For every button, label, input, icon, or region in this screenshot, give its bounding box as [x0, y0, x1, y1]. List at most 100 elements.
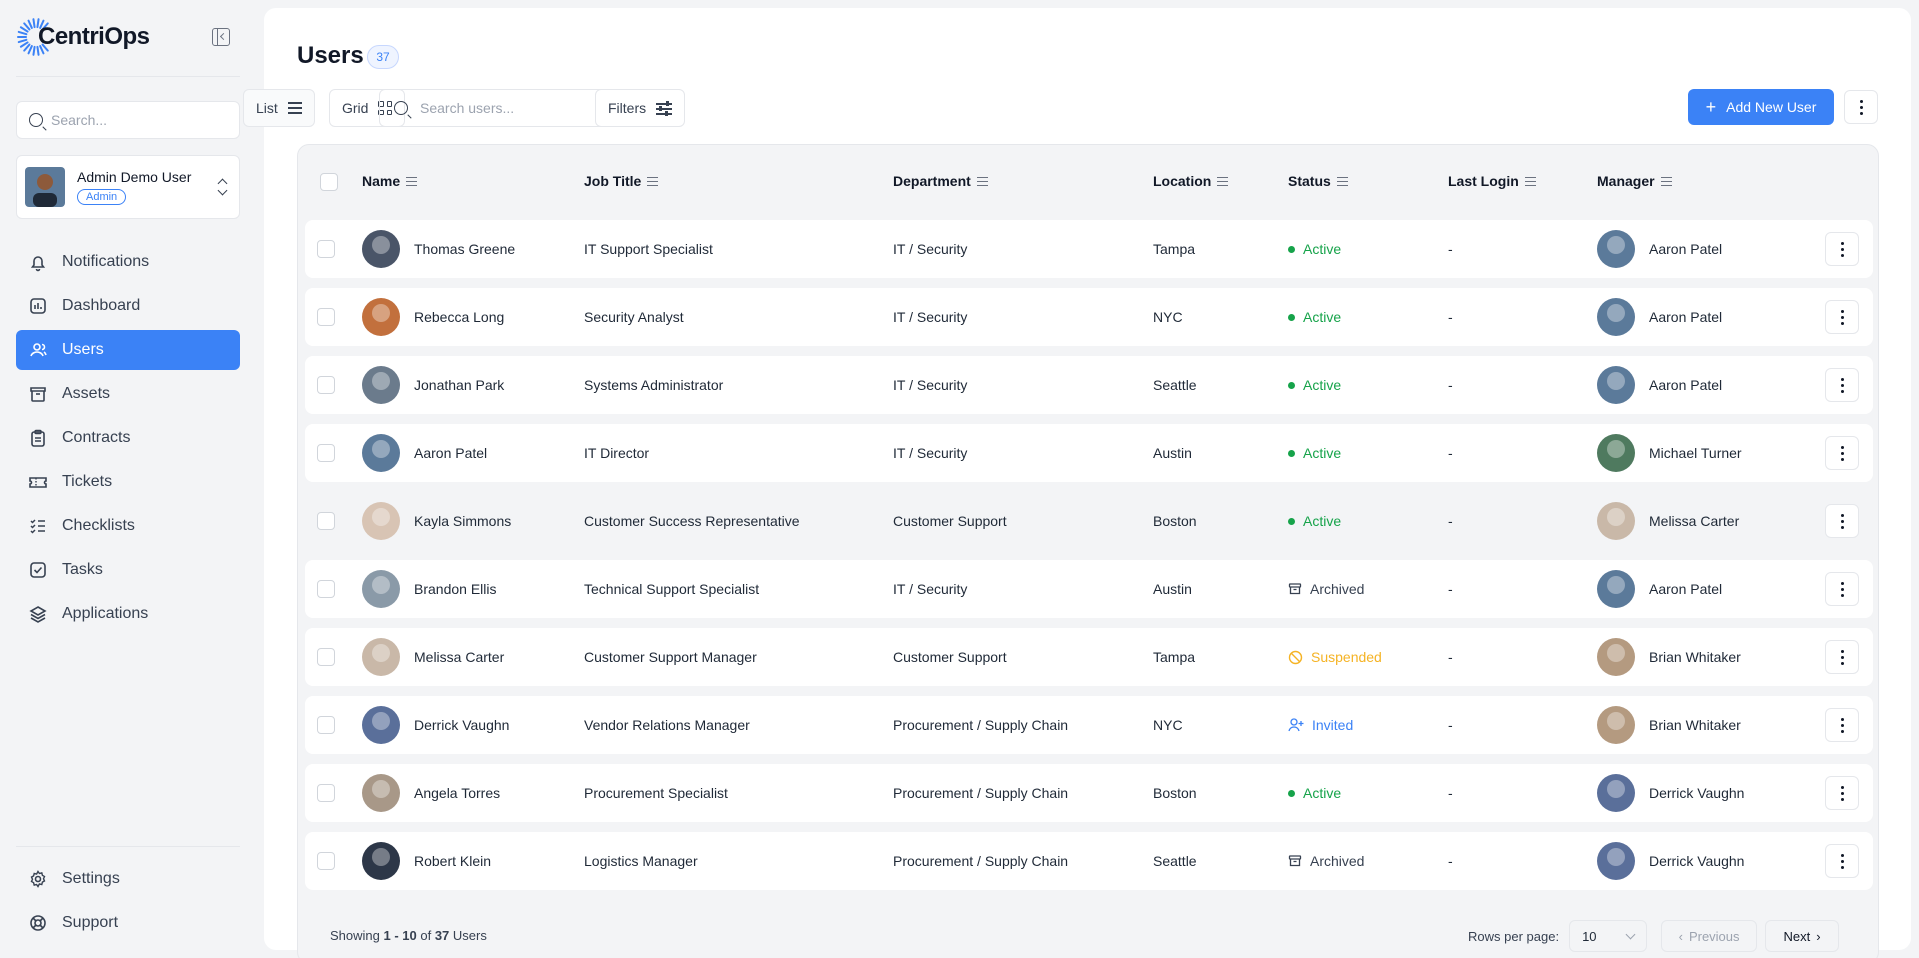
showing-total: 37 [434, 928, 450, 943]
table-header: Name Job Title Department Location Status Las… [298, 145, 1878, 217]
column-header-department[interactable]: Department [893, 173, 988, 189]
row-actions-button[interactable] [1825, 844, 1859, 878]
column-menu-icon[interactable] [1217, 176, 1229, 186]
sidebar-item-users[interactable]: Users [16, 330, 240, 370]
table-row[interactable]: Robert Klein Logistics Manager Procurement… [305, 832, 1873, 890]
sidebar-item-support[interactable]: Support [16, 903, 240, 943]
manager-cell[interactable]: Derrick Vaughn [1597, 764, 1744, 822]
row-actions-button[interactable] [1825, 572, 1859, 606]
sidebar-item-applications[interactable]: Applications [16, 594, 240, 634]
sidebar-item-settings[interactable]: Settings [16, 859, 240, 899]
column-menu-icon[interactable] [1336, 176, 1348, 186]
column-menu-icon[interactable] [1524, 176, 1536, 186]
user-name-cell[interactable]: Angela Torres [362, 764, 500, 822]
column-header-status[interactable]: Status [1288, 173, 1348, 189]
table-row[interactable]: Jonathan Park Systems Administrator IT / S… [305, 356, 1873, 414]
sidebar-item-checklists[interactable]: Checklists [16, 506, 240, 546]
column-header-manager[interactable]: Manager [1597, 173, 1672, 189]
table-row[interactable]: Kayla Simmons Customer Success Representa… [305, 492, 1873, 550]
column-header-location[interactable]: Location [1153, 173, 1229, 189]
table-row[interactable]: Rebecca Long Security Analyst IT / Securit… [305, 288, 1873, 346]
row-checkbox[interactable] [317, 852, 335, 870]
row-checkbox[interactable] [317, 376, 335, 394]
row-checkbox[interactable] [317, 580, 335, 598]
row-actions-button[interactable] [1825, 436, 1859, 470]
user-name-cell[interactable]: Jonathan Park [362, 356, 504, 414]
archive-icon [1288, 583, 1302, 595]
status-label: Active [1303, 513, 1342, 529]
row-actions-button[interactable] [1825, 300, 1859, 334]
table-row[interactable]: Brandon Ellis Technical Support Specialis… [305, 560, 1873, 618]
more-options-button[interactable] [1844, 90, 1878, 124]
add-new-user-button[interactable]: + Add New User [1688, 89, 1834, 125]
last-login-cell: - [1448, 560, 1453, 618]
user-name-cell[interactable]: Derrick Vaughn [362, 696, 509, 754]
row-checkbox[interactable] [317, 512, 335, 530]
row-checkbox[interactable] [317, 444, 335, 462]
table-row[interactable]: Melissa Carter Customer Support Manager Cu… [305, 628, 1873, 686]
manager-cell[interactable]: Melissa Carter [1597, 492, 1739, 550]
table-row[interactable]: Thomas Greene IT Support Specialist IT / S… [305, 220, 1873, 278]
user-switcher[interactable]: Admin Demo User Admin [16, 155, 240, 219]
rows-per-page-select[interactable]: 10 [1569, 920, 1648, 952]
row-checkbox[interactable] [317, 240, 335, 258]
user-search-input[interactable] [420, 100, 620, 116]
sidebar-item-contracts[interactable]: Contracts [16, 418, 240, 458]
manager-cell[interactable]: Aaron Patel [1597, 220, 1722, 278]
user-name-cell[interactable]: Kayla Simmons [362, 492, 511, 550]
collapse-sidebar-icon[interactable] [212, 28, 230, 46]
cell-text: Brandon Ellis [414, 581, 497, 597]
previous-page-button[interactable]: ‹ Previous [1661, 920, 1758, 952]
row-actions-button[interactable] [1825, 776, 1859, 810]
manager-cell[interactable]: Aaron Patel [1597, 288, 1722, 346]
user-name-cell[interactable]: Robert Klein [362, 832, 491, 890]
row-actions-button[interactable] [1825, 504, 1859, 538]
sidebar-item-tasks[interactable]: Tasks [16, 550, 240, 590]
location-cell: Tampa [1153, 628, 1195, 686]
row-checkbox[interactable] [317, 716, 335, 734]
manager-cell[interactable]: Aaron Patel [1597, 356, 1722, 414]
table-row[interactable]: Angela Torres Procurement Specialist Procu… [305, 764, 1873, 822]
user-name-cell[interactable]: Brandon Ellis [362, 560, 497, 618]
last-login-cell: - [1448, 220, 1453, 278]
add-new-user-label: Add New User [1726, 99, 1817, 115]
logo[interactable]: CentriOps [16, 16, 150, 58]
column-menu-icon[interactable] [406, 176, 418, 186]
manager-cell[interactable]: Brian Whitaker [1597, 628, 1741, 686]
sidebar-search[interactable] [16, 101, 240, 139]
sidebar-item-notifications[interactable]: Notifications [16, 242, 240, 282]
avatar [362, 774, 400, 812]
user-name-cell[interactable]: Rebecca Long [362, 288, 504, 346]
manager-cell[interactable]: Derrick Vaughn [1597, 832, 1744, 890]
row-checkbox[interactable] [317, 648, 335, 666]
cell-text: IT Support Specialist [584, 241, 713, 257]
user-name-cell[interactable]: Aaron Patel [362, 424, 487, 482]
filters-button[interactable]: Filters [595, 89, 686, 127]
select-all-checkbox[interactable] [320, 173, 338, 191]
row-checkbox[interactable] [317, 308, 335, 326]
sidebar-search-input[interactable] [51, 112, 221, 128]
sidebar-item-tickets[interactable]: Tickets [16, 462, 240, 502]
sidebar-item-assets[interactable]: Assets [16, 374, 240, 414]
table-row[interactable]: Aaron Patel IT Director IT / Security Austi… [305, 424, 1873, 482]
next-page-button[interactable]: Next › [1765, 920, 1840, 952]
column-menu-icon[interactable] [1660, 176, 1672, 186]
row-actions-button[interactable] [1825, 640, 1859, 674]
user-name-cell[interactable]: Thomas Greene [362, 220, 515, 278]
user-name-cell[interactable]: Melissa Carter [362, 628, 504, 686]
column-header-last-login[interactable]: Last Login [1448, 173, 1536, 189]
row-actions-button[interactable] [1825, 232, 1859, 266]
column-header-job-title[interactable]: Job Title [584, 173, 659, 189]
column-header-name[interactable]: Name [362, 173, 418, 189]
manager-cell[interactable]: Michael Turner [1597, 424, 1742, 482]
manager-cell[interactable]: Brian Whitaker [1597, 696, 1741, 754]
row-actions-button[interactable] [1825, 708, 1859, 742]
row-checkbox[interactable] [317, 784, 335, 802]
sidebar-item-dashboard[interactable]: Dashboard [16, 286, 240, 326]
row-actions-button[interactable] [1825, 368, 1859, 402]
table-row[interactable]: Derrick Vaughn Vendor Relations Manager Pr… [305, 696, 1873, 754]
list-view-button[interactable]: List [243, 89, 315, 127]
column-menu-icon[interactable] [647, 176, 659, 186]
column-menu-icon[interactable] [976, 176, 988, 186]
manager-cell[interactable]: Aaron Patel [1597, 560, 1722, 618]
